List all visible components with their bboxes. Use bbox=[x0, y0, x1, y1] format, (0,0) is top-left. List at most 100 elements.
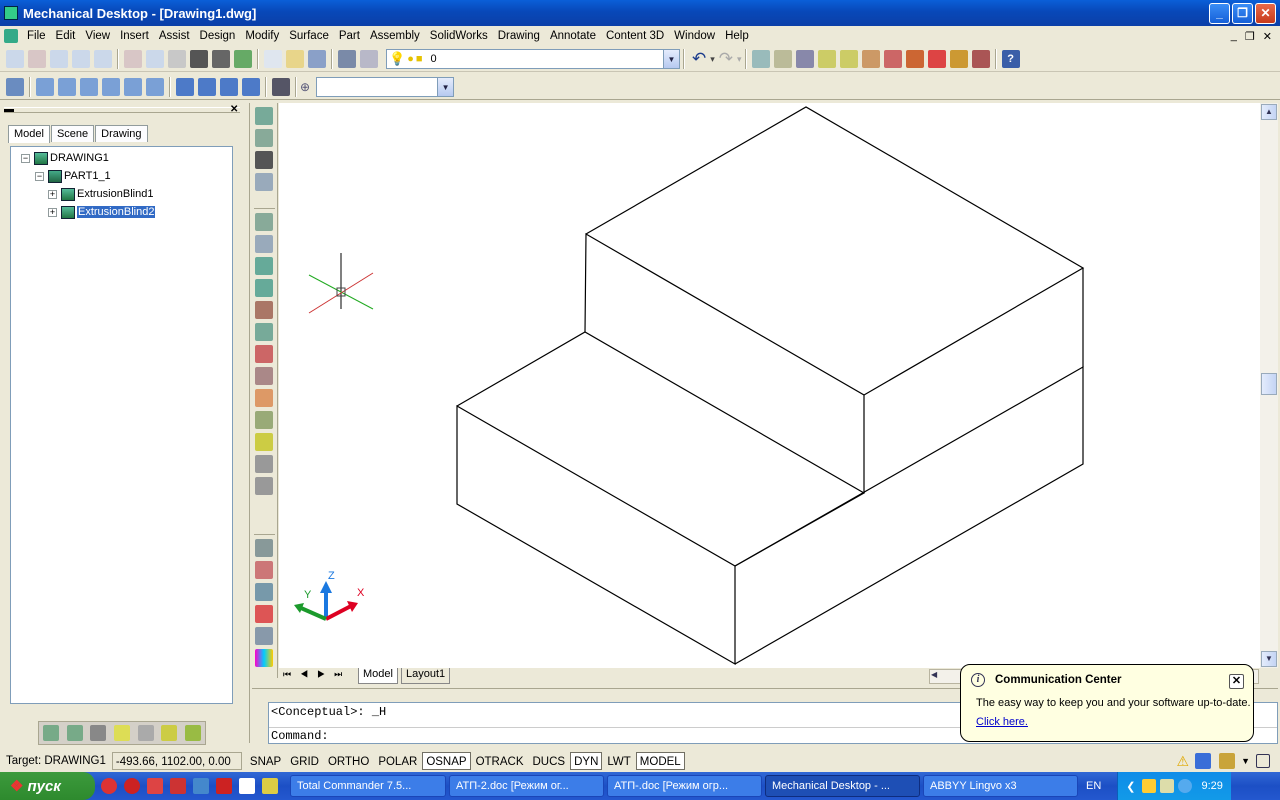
app-icon[interactable] bbox=[262, 778, 278, 794]
balloon-close-icon[interactable]: ✕ bbox=[1229, 674, 1244, 689]
right-view-icon[interactable] bbox=[102, 78, 120, 96]
scroll-thumb[interactable] bbox=[1261, 373, 1277, 395]
back-view-icon[interactable] bbox=[146, 78, 164, 96]
view-combo[interactable]: ▼ bbox=[316, 77, 455, 97]
zoom-in-icon[interactable] bbox=[72, 50, 90, 68]
doc-icon[interactable] bbox=[4, 29, 18, 43]
panel-close-icon[interactable]: ✕ bbox=[230, 104, 238, 115]
warning-icon[interactable]: ⚠ bbox=[1177, 753, 1190, 770]
move-icon[interactable] bbox=[255, 605, 273, 623]
language-indicator[interactable]: EN bbox=[1086, 780, 1101, 792]
sketch-icon[interactable] bbox=[66, 725, 83, 741]
gear-icon[interactable] bbox=[185, 725, 202, 741]
sw-iso-icon[interactable] bbox=[176, 78, 194, 96]
film-icon[interactable] bbox=[255, 151, 273, 169]
tool-f-icon[interactable] bbox=[861, 50, 880, 68]
profile-icon[interactable] bbox=[255, 107, 273, 125]
tool-c-icon[interactable] bbox=[795, 50, 814, 68]
collapse-icon[interactable]: − bbox=[21, 153, 30, 163]
diamond-icon[interactable] bbox=[137, 725, 154, 741]
tool-k-icon[interactable] bbox=[971, 50, 990, 68]
revolve-icon[interactable] bbox=[255, 235, 273, 253]
grid-icon[interactable] bbox=[255, 627, 273, 645]
part-icon[interactable] bbox=[255, 539, 273, 557]
thread-icon[interactable] bbox=[255, 367, 273, 385]
tab-model[interactable]: Model bbox=[8, 125, 50, 143]
open-icon[interactable] bbox=[286, 50, 304, 68]
notes-icon[interactable] bbox=[113, 725, 130, 741]
display-icon[interactable] bbox=[338, 50, 356, 68]
menu-window[interactable]: Window bbox=[669, 27, 720, 45]
doc-restore-button[interactable]: ❐ bbox=[1245, 30, 1255, 43]
tray-icon[interactable] bbox=[1141, 779, 1156, 793]
command-prompt[interactable]: Command: bbox=[271, 729, 329, 743]
menu-content3d[interactable]: Content 3D bbox=[601, 27, 669, 45]
layout-tab-layout1[interactable]: Layout1 bbox=[401, 668, 451, 684]
tray-icon[interactable] bbox=[1177, 779, 1192, 793]
new-icon[interactable] bbox=[264, 50, 282, 68]
app-icon[interactable] bbox=[170, 778, 186, 794]
top-view-icon[interactable] bbox=[36, 78, 54, 96]
panel-grip[interactable] bbox=[4, 107, 240, 113]
clipboard-icon[interactable] bbox=[90, 725, 107, 741]
ducs-toggle[interactable]: DUCS bbox=[529, 752, 570, 770]
task-mechanical-desktop[interactable]: Mechanical Desktop - ... bbox=[765, 775, 920, 797]
ortho-toggle[interactable]: ORTHO bbox=[324, 752, 373, 770]
menu-help[interactable]: Help bbox=[720, 27, 754, 45]
doc-minimize-button[interactable]: _ bbox=[1231, 30, 1237, 43]
hole-icon[interactable] bbox=[255, 345, 273, 363]
left-view-icon[interactable] bbox=[80, 78, 98, 96]
scroll-down-icon[interactable]: ▼ bbox=[1261, 651, 1277, 667]
tool-b-icon[interactable] bbox=[773, 50, 792, 68]
task-doc-1[interactable]: АТП-2.doc [Режим ог... bbox=[449, 775, 604, 797]
task-doc-2[interactable]: АТП-.doc [Режим огр... bbox=[607, 775, 762, 797]
work-point-icon[interactable] bbox=[255, 455, 273, 473]
undo-dropdown-icon[interactable]: ▾ bbox=[710, 54, 715, 65]
menu-assist[interactable]: Assist bbox=[154, 27, 195, 45]
browser-icon[interactable] bbox=[124, 778, 140, 794]
pencil-icon[interactable] bbox=[161, 725, 178, 741]
otrack-toggle[interactable]: OTRACK bbox=[472, 752, 528, 770]
chevron-down-icon[interactable]: ▼ bbox=[437, 78, 454, 96]
combine-icon[interactable] bbox=[255, 477, 273, 495]
expand-icon[interactable]: + bbox=[48, 207, 57, 217]
layer-combo[interactable]: 💡 ● ■ 0 ▼ bbox=[386, 49, 680, 69]
task-total-commander[interactable]: Total Commander 7.5... bbox=[290, 775, 446, 797]
mirror-icon[interactable] bbox=[255, 561, 273, 579]
redo-icon[interactable]: ↷ bbox=[719, 49, 733, 69]
model-toggle[interactable]: MODEL bbox=[635, 752, 685, 770]
tool-i-icon[interactable] bbox=[927, 50, 946, 68]
coordinate-readout[interactable]: -493.66, 1102.00, 0.00 bbox=[111, 752, 242, 770]
zoom-window-icon[interactable] bbox=[50, 50, 68, 68]
clean-screen-icon[interactable] bbox=[1256, 754, 1270, 768]
opera-icon[interactable] bbox=[101, 778, 117, 794]
close-button[interactable]: ✕ bbox=[1255, 2, 1276, 24]
lwt-toggle[interactable]: LWT bbox=[603, 752, 634, 770]
sweep-icon[interactable] bbox=[255, 213, 273, 231]
undo-icon[interactable]: ↶ bbox=[692, 49, 706, 69]
start-button[interactable]: ❖ пуск bbox=[0, 772, 95, 800]
orbit-icon[interactable] bbox=[124, 50, 142, 68]
redo-dropdown-icon[interactable]: ▾ bbox=[737, 54, 742, 65]
save-icon[interactable] bbox=[308, 50, 326, 68]
communication-icon[interactable] bbox=[1195, 753, 1212, 769]
layout-tab-model[interactable]: Model bbox=[358, 668, 398, 684]
menu-view[interactable]: View bbox=[80, 27, 115, 45]
menu-surface[interactable]: Surface bbox=[284, 27, 334, 45]
loft-icon[interactable] bbox=[255, 257, 273, 275]
menu-annotate[interactable]: Annotate bbox=[545, 27, 601, 45]
minimize-button[interactable]: _ bbox=[1209, 2, 1230, 24]
balloon-link[interactable]: Click here. bbox=[976, 716, 1028, 728]
scroll-up-icon[interactable]: ▲ bbox=[1261, 104, 1277, 120]
menu-edit[interactable]: Edit bbox=[51, 27, 81, 45]
grid-toggle[interactable]: GRID bbox=[286, 752, 323, 770]
work-plane-icon[interactable] bbox=[255, 433, 273, 451]
ucs-icon[interactable]: ⊕ bbox=[300, 80, 310, 94]
tree-root[interactable]: − DRAWING1 bbox=[21, 150, 109, 166]
camera-icon[interactable] bbox=[272, 78, 290, 96]
help-icon[interactable]: ? bbox=[1001, 50, 1020, 68]
shell-icon[interactable] bbox=[255, 279, 273, 297]
menu-insert[interactable]: Insert bbox=[115, 27, 154, 45]
named-views-icon[interactable] bbox=[6, 78, 24, 96]
doc-close-button[interactable]: ✕ bbox=[1263, 30, 1272, 43]
